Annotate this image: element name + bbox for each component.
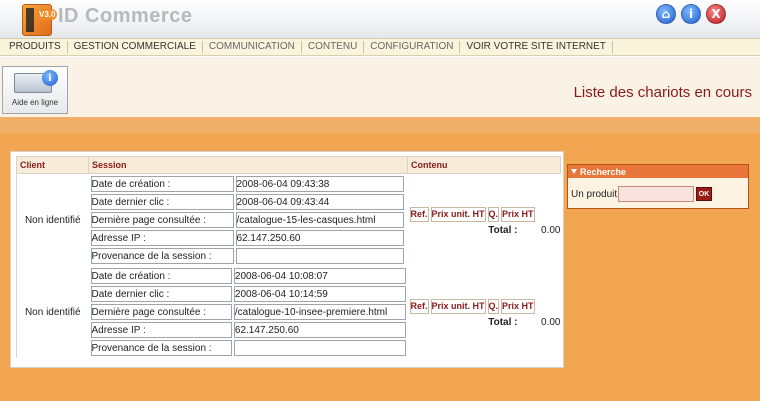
- session-details: Date de création :2008-06-04 09:43:38 Da…: [89, 174, 406, 266]
- cart-col-ref: Ref.: [409, 206, 429, 222]
- total-value: 0.00: [541, 224, 561, 236]
- cart-col-price: Prix HT: [501, 298, 535, 314]
- page-title: Liste des chariots en cours: [573, 84, 752, 101]
- session-value: 62.147.250.60: [235, 230, 404, 246]
- session-value: /catalogue-15-les-casques.html: [235, 212, 404, 228]
- table-header-row: Client Session Contenu: [16, 156, 561, 174]
- table-row: Non identifié Date de création :2008-06-…: [16, 173, 561, 267]
- main-menu: PRODUITS GESTION COMMERCIALE COMMUNICATI…: [0, 38, 760, 56]
- toolbar: i Aide en ligne Liste des chariots en co…: [0, 57, 760, 117]
- session-key: Adresse IP :: [90, 230, 234, 246]
- home-icon[interactable]: ⌂: [656, 4, 676, 24]
- column-header-client: Client: [16, 156, 89, 174]
- session-value: [235, 248, 404, 264]
- cart-col-unit-price: Prix unit. HT: [430, 206, 486, 222]
- session-key: Dernière page consultée :: [90, 212, 234, 228]
- session-key: Dernière page consultée :: [90, 304, 232, 320]
- session-value: 2008-06-04 10:08:07: [233, 268, 406, 284]
- session-key: Provenance de la session :: [90, 340, 232, 356]
- cart-col-qty: Q.: [487, 206, 500, 222]
- session-key: Provenance de la session :: [90, 248, 234, 264]
- carts-table: Client Session Contenu Non identifié Dat…: [16, 156, 561, 358]
- session-cell: Date de création :2008-06-04 09:43:38 Da…: [89, 174, 408, 267]
- cart-total-row: Total : 0.00: [408, 224, 561, 236]
- total-value: 0.00: [541, 316, 561, 328]
- search-panel: Recherche Un produit OK: [567, 164, 749, 209]
- search-ok-button[interactable]: OK: [696, 187, 712, 201]
- cart-cell: Ref. Prix unit. HT Q. Prix HT Total : 0.…: [408, 174, 561, 267]
- search-panel-header[interactable]: Recherche: [568, 165, 748, 178]
- carts-panel: Client Session Contenu Non identifié Dat…: [10, 151, 564, 368]
- cart-col-unit-price: Prix unit. HT: [430, 298, 486, 314]
- session-key: Date dernier clic :: [90, 286, 232, 302]
- cart-col-ref: Ref.: [409, 298, 429, 314]
- column-header-contenu: Contenu: [407, 156, 561, 174]
- logo-icon: V3.0: [22, 4, 58, 36]
- table-row: Non identifié Date de création :2008-06-…: [16, 266, 561, 358]
- session-value: [233, 340, 406, 356]
- menu-item-produits[interactable]: PRODUITS: [3, 41, 68, 53]
- menu-item-communication[interactable]: COMMUNICATION: [203, 41, 302, 53]
- session-value: 62.147.250.60: [233, 322, 406, 338]
- cart-header: Ref. Prix unit. HT Q. Prix HT: [408, 205, 537, 224]
- help-button[interactable]: i Aide en ligne: [2, 66, 68, 114]
- search-panel-title: Recherche: [580, 166, 627, 177]
- product-search-input[interactable]: [618, 186, 694, 202]
- cart-cell: Ref. Prix unit. HT Q. Prix HT Total : 0.…: [408, 266, 561, 358]
- cart-header: Ref. Prix unit. HT Q. Prix HT: [408, 297, 537, 316]
- collapse-arrow-icon: [571, 169, 577, 174]
- version-badge: V3.0: [37, 9, 58, 20]
- session-value: 2008-06-04 09:43:38: [235, 176, 404, 192]
- session-key: Adresse IP :: [90, 322, 232, 338]
- info-badge-icon: i: [42, 70, 58, 86]
- session-value: 2008-06-04 10:14:59: [233, 286, 406, 302]
- menu-item-contenu[interactable]: CONTENU: [302, 41, 365, 53]
- info-icon[interactable]: i: [681, 4, 701, 24]
- search-label: Un produit: [571, 189, 618, 200]
- cart-col-qty: Q.: [487, 298, 500, 314]
- cart-col-price: Prix HT: [501, 206, 535, 222]
- menu-item-configuration[interactable]: CONFIGURATION: [364, 41, 461, 53]
- client-cell: Non identifié: [16, 266, 89, 358]
- total-label: Total :: [488, 224, 518, 236]
- session-value: 2008-06-04 09:43:44: [235, 194, 404, 210]
- app-header: V3.0 ID Commerce ⌂ i X: [0, 0, 760, 38]
- total-label: Total :: [488, 316, 518, 328]
- session-details: Date de création :2008-06-04 10:08:07 Da…: [89, 266, 408, 358]
- client-cell: Non identifié: [16, 173, 89, 266]
- help-button-label: Aide en ligne: [11, 98, 59, 107]
- cart-total-row: Total : 0.00: [408, 316, 561, 328]
- app-title: ID Commerce: [58, 5, 193, 27]
- session-key: Date dernier clic :: [90, 194, 234, 210]
- menu-item-gestion-commerciale[interactable]: GESTION COMMERCIALE: [68, 41, 203, 53]
- session-value: /catalogue-10-insee-premiere.html: [233, 304, 406, 320]
- close-icon[interactable]: X: [706, 4, 726, 24]
- session-cell: Date de création :2008-06-04 10:08:07 Da…: [89, 266, 408, 358]
- column-header-session: Session: [88, 156, 408, 174]
- menu-item-voir-site[interactable]: VOIR VOTRE SITE INTERNET: [460, 41, 613, 53]
- session-key: Date de création :: [90, 268, 232, 284]
- session-key: Date de création :: [90, 176, 234, 192]
